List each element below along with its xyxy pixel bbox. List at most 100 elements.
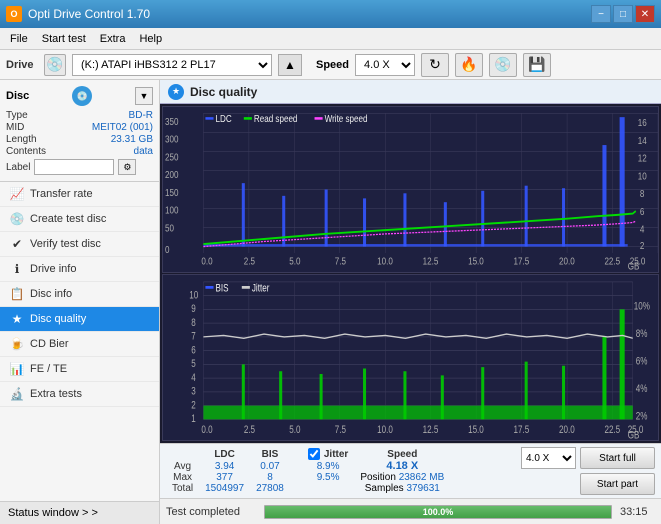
content-area: ★ Disc quality: [160, 80, 661, 524]
svg-text:2.5: 2.5: [244, 256, 255, 267]
total-ldc: 1504997: [199, 483, 250, 494]
svg-text:8: 8: [191, 317, 196, 330]
create-test-disc-icon: 💿: [10, 212, 24, 226]
disc-label-button[interactable]: ⚙: [118, 159, 136, 175]
menu-extra[interactable]: Extra: [94, 31, 132, 47]
svg-text:14: 14: [638, 135, 647, 146]
progress-area: Test completed 100.0% 33:15: [160, 498, 661, 524]
save-button[interactable]: 💾: [523, 53, 551, 77]
status-window-button[interactable]: Status window > >: [0, 501, 159, 524]
svg-text:1: 1: [191, 413, 196, 426]
close-button[interactable]: ✕: [635, 5, 655, 23]
nav-list: 📈 Transfer rate 💿 Create test disc ✔ Ver…: [0, 182, 159, 501]
svg-text:Read speed: Read speed: [254, 113, 297, 124]
svg-text:4%: 4%: [636, 383, 648, 396]
avg-bis: 0.07: [250, 460, 290, 472]
sidebar-item-transfer-rate[interactable]: 📈 Transfer rate: [0, 182, 159, 207]
disc-panel: Disc 💿 ▼ Type BD-R MID MEIT02 (001) Leng…: [0, 80, 159, 182]
sidebar-item-fe-te[interactable]: 📊 FE / TE: [0, 357, 159, 382]
avg-label: Avg: [166, 460, 199, 472]
svg-text:LDC: LDC: [216, 113, 232, 124]
svg-text:9: 9: [191, 303, 196, 316]
sidebar-item-cd-bier[interactable]: 🍺 CD Bier: [0, 332, 159, 357]
disc-quality-header-icon: ★: [168, 84, 184, 100]
menu-file[interactable]: File: [4, 31, 34, 47]
disc-quality-header: ★ Disc quality: [160, 80, 661, 104]
disc-label-input[interactable]: [34, 159, 114, 175]
disc-length-row: Length 23.31 GB: [6, 134, 153, 145]
app-title: Opti Drive Control 1.70: [28, 7, 150, 21]
svg-text:12.5: 12.5: [423, 424, 439, 437]
jitter-checkbox[interactable]: [308, 448, 320, 460]
svg-text:15.0: 15.0: [468, 256, 484, 267]
sidebar-item-create-test-disc[interactable]: 💿 Create test disc: [0, 207, 159, 232]
svg-text:50: 50: [165, 223, 174, 234]
menu-start-test[interactable]: Start test: [36, 31, 92, 47]
start-full-button[interactable]: Start full: [580, 447, 655, 469]
svg-text:150: 150: [165, 187, 178, 198]
refresh-button[interactable]: ↻: [421, 53, 449, 77]
svg-text:0.0: 0.0: [201, 424, 212, 437]
sidebar-item-extra-tests[interactable]: 🔬 Extra tests: [0, 382, 159, 407]
max-label: Max: [166, 472, 199, 483]
speed-mini-select[interactable]: 4.0 X: [521, 447, 576, 469]
svg-text:4: 4: [191, 372, 196, 385]
disc-quality-title: Disc quality: [190, 85, 257, 99]
svg-text:17.5: 17.5: [514, 256, 530, 267]
progress-bar-fill: 100.0%: [265, 506, 611, 518]
minimize-button[interactable]: −: [591, 5, 611, 23]
sidebar-item-drive-info[interactable]: ℹ Drive info: [0, 257, 159, 282]
svg-text:BIS: BIS: [216, 282, 229, 295]
progress-bar: 100.0%: [264, 505, 612, 519]
svg-text:300: 300: [165, 134, 178, 145]
ldc-chart: 0 50 100 150 200 250 300 350 2 4 6 8 10 …: [162, 106, 659, 273]
fe-te-icon: 📊: [10, 362, 24, 376]
bis-chart: 1 2 3 4 5 6 7 8 9 10 2% 4% 6% 8% 10%: [162, 274, 659, 441]
burn-button[interactable]: 🔥: [455, 53, 483, 77]
disc-button[interactable]: 💿: [489, 53, 517, 77]
title-bar-controls: − □ ✕: [591, 5, 655, 23]
svg-text:20.0: 20.0: [559, 256, 575, 267]
verify-test-disc-icon: ✔: [10, 237, 24, 251]
menu-help[interactable]: Help: [133, 31, 168, 47]
svg-text:0: 0: [165, 244, 169, 255]
svg-text:12: 12: [638, 153, 647, 164]
disc-title: Disc: [6, 90, 29, 102]
start-part-button[interactable]: Start part: [580, 473, 655, 495]
sidebar-item-disc-info[interactable]: 📋 Disc info: [0, 282, 159, 307]
sidebar: Disc 💿 ▼ Type BD-R MID MEIT02 (001) Leng…: [0, 80, 160, 524]
svg-text:10%: 10%: [634, 300, 651, 313]
title-bar: O Opti Drive Control 1.70 − □ ✕: [0, 0, 661, 28]
disc-info-icon: 📋: [10, 287, 24, 301]
svg-text:200: 200: [165, 169, 178, 180]
disc-options-button[interactable]: ▼: [135, 87, 153, 105]
speed-value: 4.18 X: [354, 460, 450, 472]
speed-select[interactable]: 4.0 X: [355, 54, 415, 76]
svg-text:8: 8: [640, 188, 644, 199]
svg-text:Write speed: Write speed: [325, 113, 368, 124]
svg-text:8%: 8%: [636, 328, 648, 341]
disc-type-icon: 💿: [72, 86, 92, 106]
main-area: Disc 💿 ▼ Type BD-R MID MEIT02 (001) Leng…: [0, 80, 661, 524]
maximize-button[interactable]: □: [613, 5, 633, 23]
stats-table: LDC BIS Jitter Speed Avg 3.9: [166, 448, 511, 494]
svg-text:6: 6: [191, 344, 196, 357]
samples-section: Samples 379631: [360, 483, 444, 494]
status-text: Test completed: [166, 506, 256, 518]
svg-text:Jitter: Jitter: [252, 282, 270, 295]
svg-text:4: 4: [640, 224, 644, 235]
drive-select[interactable]: (K:) ATAPI iHBS312 2 PL17: [72, 54, 272, 76]
svg-text:10.0: 10.0: [377, 256, 393, 267]
svg-text:GB: GB: [628, 430, 640, 440]
sidebar-item-disc-quality[interactable]: ★ Disc quality: [0, 307, 159, 332]
samples-value: 379631: [406, 483, 439, 494]
svg-text:250: 250: [165, 151, 178, 162]
drive-info-icon: ℹ: [10, 262, 24, 276]
transfer-rate-icon: 📈: [10, 187, 24, 201]
disc-type-row: Type BD-R: [6, 110, 153, 121]
sidebar-item-verify-test-disc[interactable]: ✔ Verify test disc: [0, 232, 159, 257]
cd-bier-icon: 🍺: [10, 337, 24, 351]
svg-text:7: 7: [191, 331, 196, 344]
svg-text:2.5: 2.5: [244, 424, 255, 437]
eject-button[interactable]: ▲: [278, 54, 302, 76]
